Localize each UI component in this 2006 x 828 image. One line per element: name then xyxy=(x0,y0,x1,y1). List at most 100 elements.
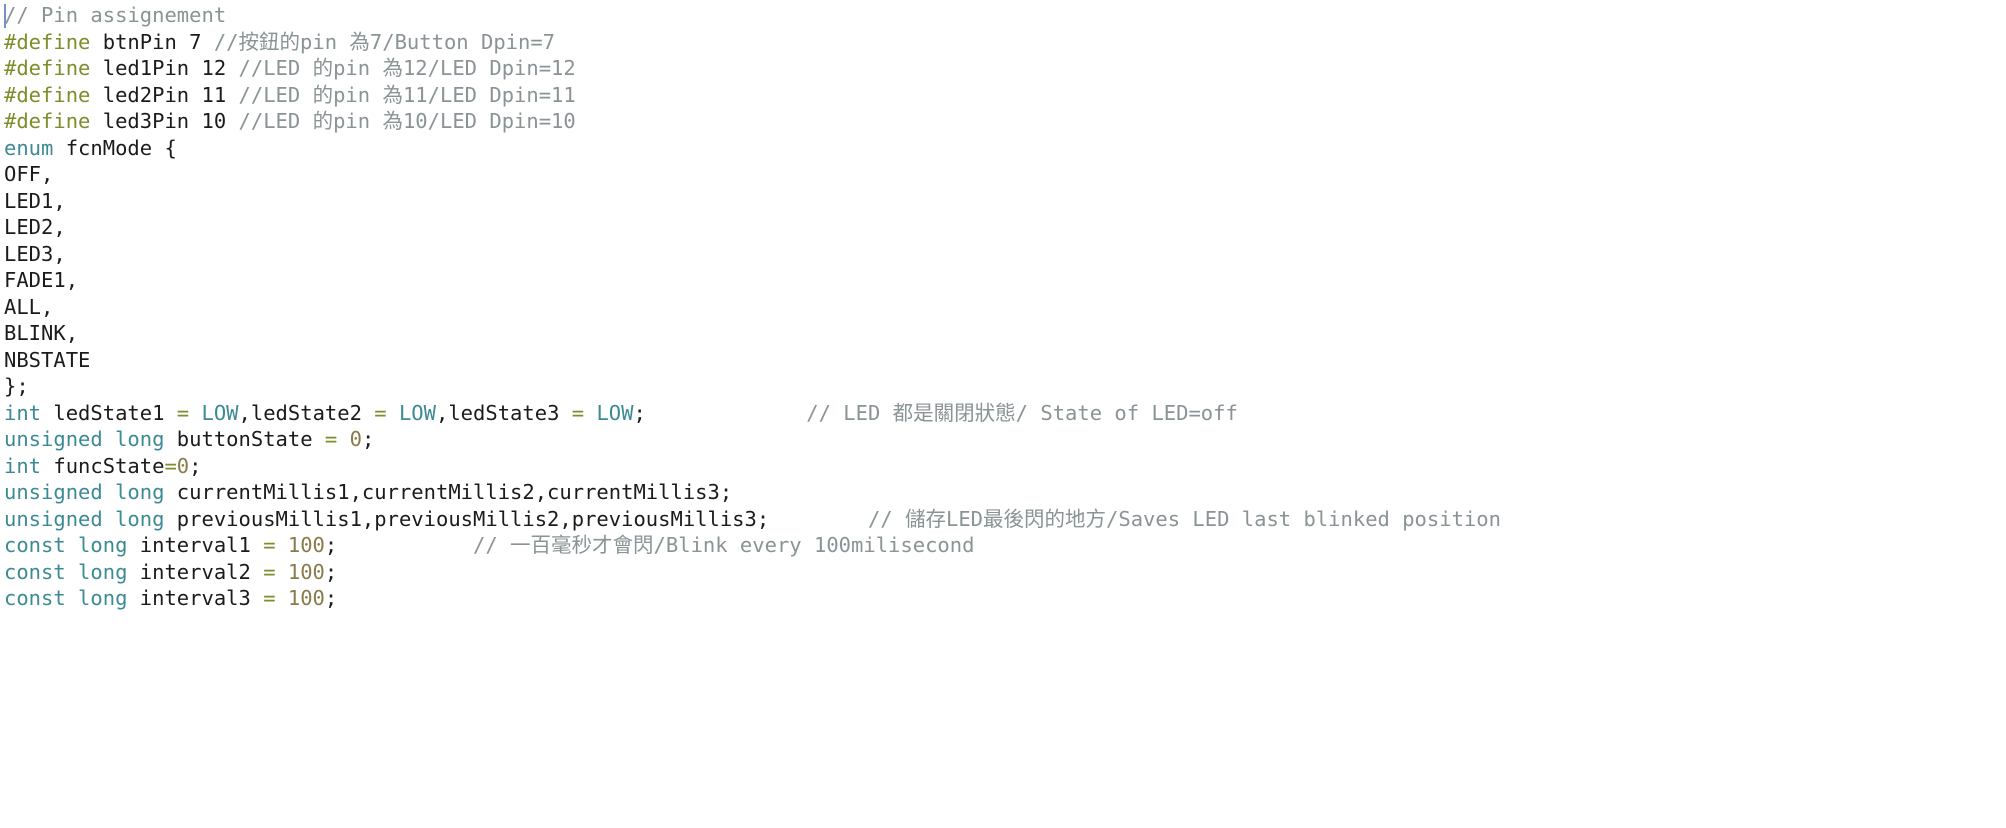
code-line[interactable]: // Pin assignement xyxy=(4,2,2006,29)
code-token-plain: funcState xyxy=(41,453,165,478)
code-line[interactable]: LED2, xyxy=(4,214,2006,241)
code-line[interactable] xyxy=(4,638,2006,665)
code-line[interactable]: ALL, xyxy=(4,294,2006,321)
code-token-plain: ; xyxy=(361,427,375,451)
code-line[interactable]: unsigned long buttonState = 0; xyxy=(4,426,2006,453)
code-token-plain: LED2, xyxy=(4,215,66,239)
code-token-plain: buttonState xyxy=(164,427,325,451)
code-line[interactable]: int ledState1 = LOW,ledState2 = LOW,ledS… xyxy=(4,400,2006,427)
code-token-plain: previousMillis1,previousMillis2,previous… xyxy=(164,506,868,531)
code-content[interactable]: // Pin assignement #define btnPin 7 //按鈕的… xyxy=(4,2,2006,828)
code-token-plain: ,ledState2 xyxy=(238,400,375,425)
code-token-comment: // LED 都是關閉狀態/ State of LED=off xyxy=(806,400,1238,425)
code-token-plain: ; xyxy=(189,453,202,478)
code-line[interactable]: #define led2Pin 11 //LED 的pin 為11/LED Dp… xyxy=(4,82,2006,109)
code-token-comment: //按鈕的pin 為7/Button Dpin=7 xyxy=(213,29,556,54)
code-token-operator: = xyxy=(164,453,177,478)
code-token-number: 100 xyxy=(287,559,325,584)
code-line[interactable]: #define led3Pin 10 //LED 的pin 為10/LED Dp… xyxy=(4,108,2006,135)
code-token-plain: ,ledState3 xyxy=(436,400,572,425)
code-line[interactable]: LED1, xyxy=(4,188,2006,215)
code-line[interactable]: }; xyxy=(4,373,2006,400)
code-token-plain: ALL, xyxy=(4,294,54,319)
code-token-plain: LED3, xyxy=(4,241,66,266)
code-token-plain: }; xyxy=(4,374,29,398)
code-token-comment: // 一百毫秒才會閃/Blink every 100milisecond xyxy=(473,533,975,557)
code-token-plain: ; xyxy=(324,533,474,557)
code-token-plain: BLINK, xyxy=(4,321,79,345)
code-token-keyword: const long xyxy=(4,559,128,584)
code-token-operator: = xyxy=(374,400,387,425)
code-token-preproc: #define xyxy=(4,82,91,107)
code-token-plain: currentMillis1,currentMillis2,currentMil… xyxy=(164,480,733,504)
code-token-keyword: int xyxy=(4,400,42,425)
code-token-plain: ; xyxy=(324,586,338,610)
code-token-number: 100 xyxy=(287,586,325,610)
code-token-plain: OFF, xyxy=(4,162,54,186)
code-token-plain: fcnMode { xyxy=(53,135,177,160)
code-token-preproc: #define xyxy=(4,29,91,54)
code-line[interactable]: enum fcnMode { xyxy=(4,135,2006,162)
code-line[interactable]: NBSTATE xyxy=(4,347,2006,374)
code-token-number: 0 xyxy=(176,453,190,478)
code-token-plain: led1Pin xyxy=(90,56,202,80)
code-line[interactable]: unsigned long previousMillis1,previousMi… xyxy=(4,506,2006,533)
code-token-number: 100 xyxy=(287,533,325,557)
code-line[interactable]: FADE1, xyxy=(4,267,2006,294)
code-token-plain: FADE1, xyxy=(4,268,79,292)
code-line[interactable]: #define led1Pin 12 //LED 的pin 為12/LED Dp… xyxy=(4,55,2006,82)
code-token-plain: 7 xyxy=(189,29,202,54)
code-token-plain: ledState1 xyxy=(41,400,177,425)
code-token-operator: = xyxy=(571,400,585,425)
code-line[interactable]: BLINK, xyxy=(4,320,2006,347)
code-token-keyword: unsigned long xyxy=(4,427,165,451)
code-token-constant: LOW xyxy=(398,400,436,425)
code-line[interactable]: #define btnPin 7 //按鈕的pin 為7/Button Dpin… xyxy=(4,29,2006,56)
code-token-plain: btnPin xyxy=(90,29,190,54)
code-line[interactable]: LED3, xyxy=(4,241,2006,268)
code-token-keyword: const long xyxy=(4,586,128,610)
code-token-preproc: #define xyxy=(4,109,91,133)
code-token-keyword: unsigned long xyxy=(4,480,165,504)
code-line[interactable]: const long interval2 = 100; xyxy=(4,559,2006,586)
code-token-constant: LOW xyxy=(596,400,634,425)
code-token-comment: // Pin assignement xyxy=(4,3,227,27)
code-line[interactable]: OFF, xyxy=(4,161,2006,188)
code-token-comment: //LED 的pin 為12/LED Dpin=12 xyxy=(238,56,576,80)
code-token-constant: LOW xyxy=(201,400,239,425)
code-token-operator: = xyxy=(263,559,276,584)
code-line[interactable] xyxy=(4,612,2006,639)
code-line[interactable]: unsigned long currentMillis1,currentMill… xyxy=(4,479,2006,506)
code-token-comment: //LED 的pin 為11/LED Dpin=11 xyxy=(238,82,576,107)
code-token-plain: ; xyxy=(633,400,807,425)
code-line[interactable]: const long interval3 = 100; xyxy=(4,585,2006,612)
code-token-plain: interval1 xyxy=(127,533,264,557)
code-token-preproc: #define xyxy=(4,56,91,80)
code-editor[interactable]: // Pin assignement #define btnPin 7 //按鈕的… xyxy=(0,0,2006,828)
code-token-operator: = xyxy=(324,427,338,451)
code-token-plain: LED1, xyxy=(4,188,66,213)
code-token-comment: // 儲存LED最後閃的地方/Saves LED last blinked po… xyxy=(867,506,1501,531)
code-line[interactable]: const long interval1 = 100; // 一百毫秒才會閃/B… xyxy=(4,532,2006,559)
code-token-operator: = xyxy=(263,586,276,610)
code-token-plain: ; xyxy=(324,559,338,584)
code-token-keyword: int xyxy=(4,453,42,478)
code-token-keyword: const long xyxy=(4,533,128,557)
code-token-plain: 12 xyxy=(201,56,227,80)
code-token-plain: led3Pin xyxy=(90,109,202,133)
code-token-plain: interval3 xyxy=(127,586,264,610)
code-line[interactable]: int funcState=0; xyxy=(4,453,2006,480)
code-token-number: 0 xyxy=(349,427,362,451)
code-token-operator: = xyxy=(263,533,276,557)
